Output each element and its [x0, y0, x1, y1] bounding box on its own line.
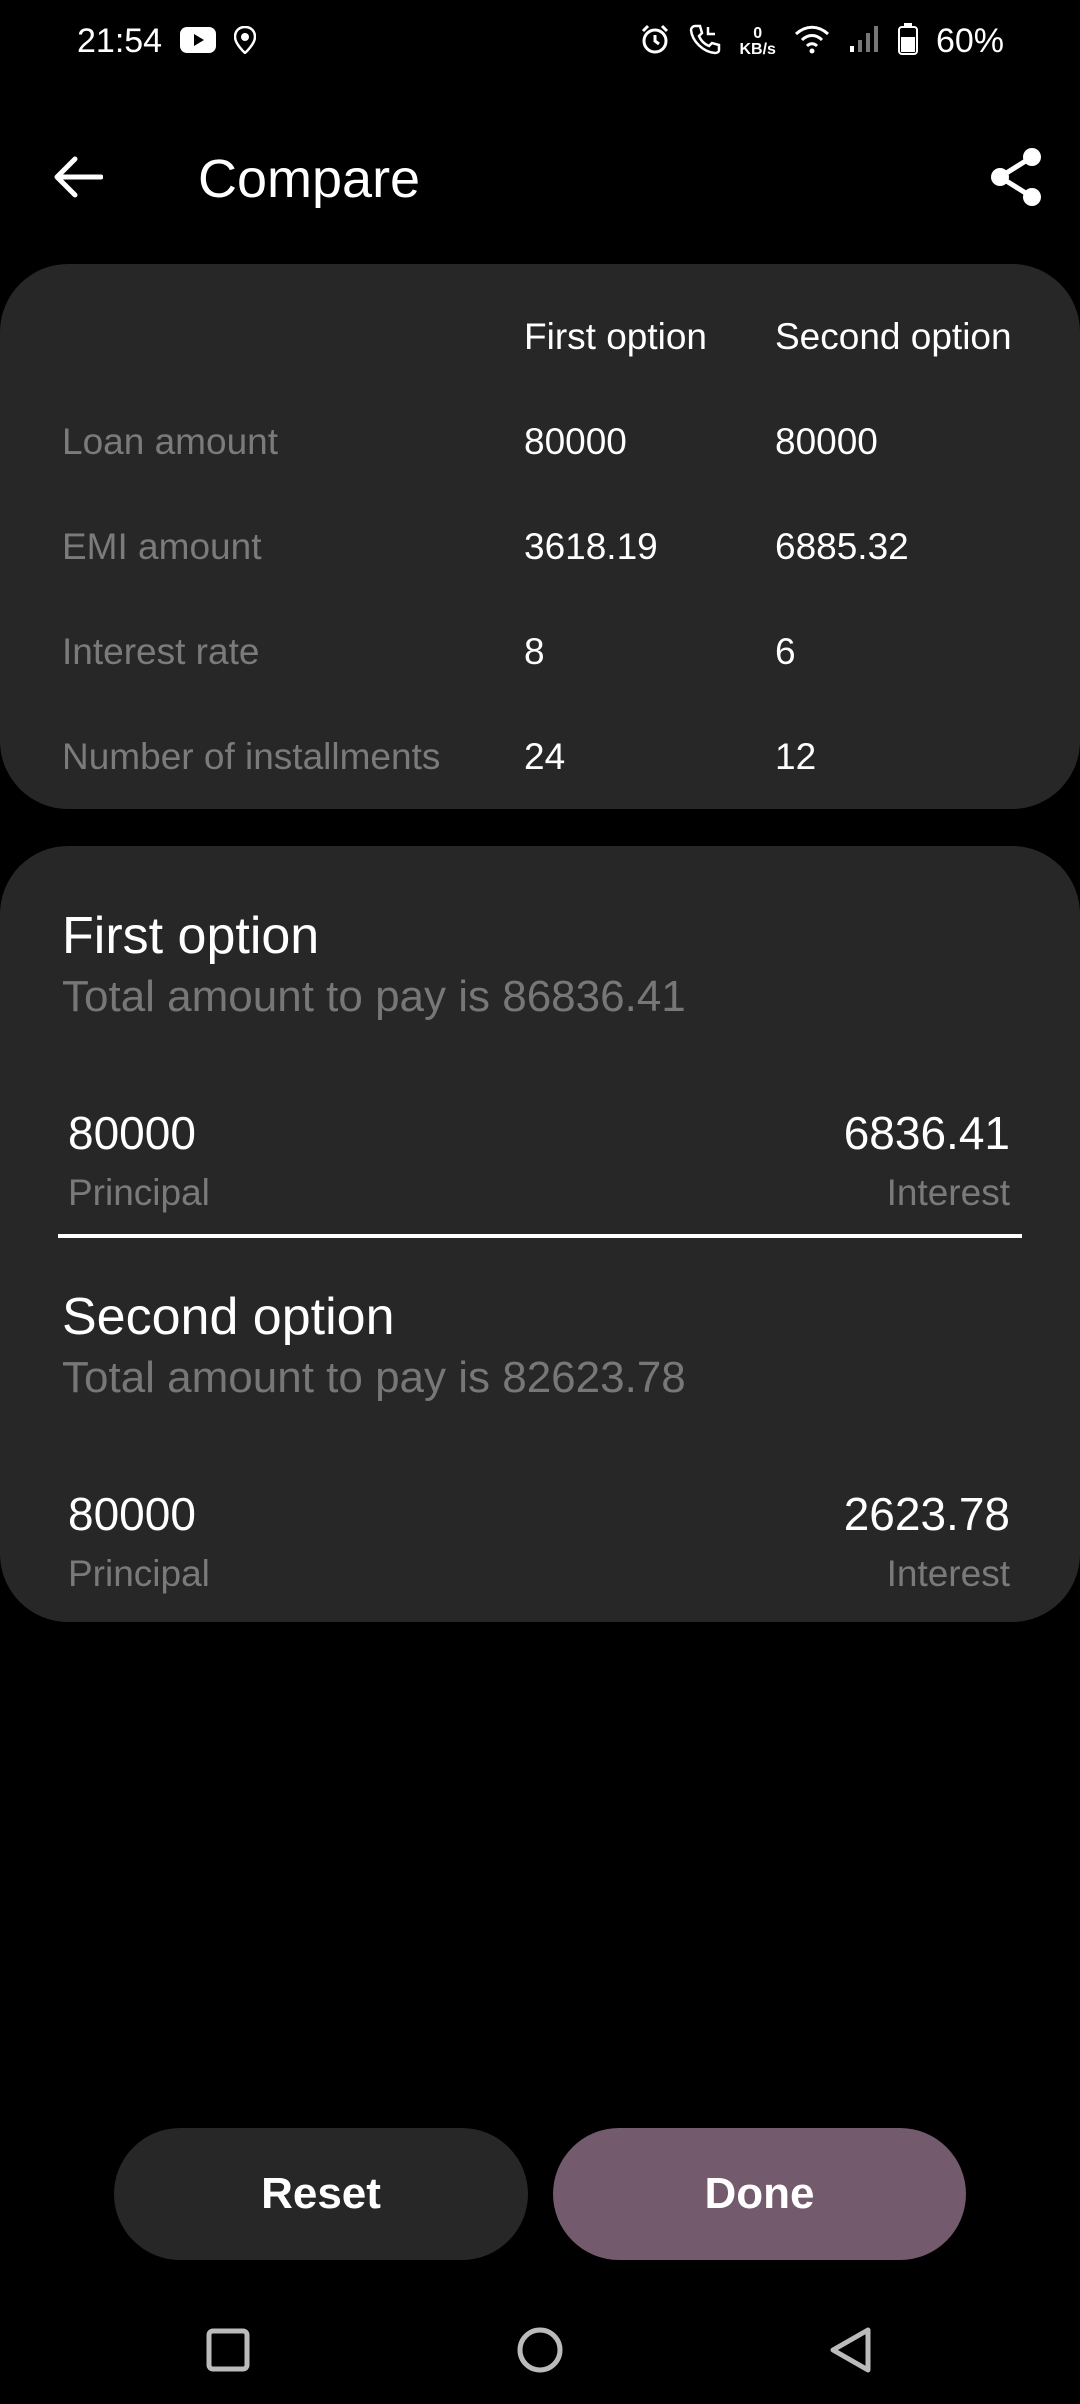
battery-percent: 60%	[935, 22, 1004, 60]
comparison-row-interest-rate: Interest rate 8 6	[0, 631, 1080, 691]
row-second-value: 6885.32	[775, 526, 909, 567]
row-first-value: 24	[524, 736, 566, 777]
comparison-row-emi-amount: EMI amount 3618.19 6885.32	[0, 526, 1080, 586]
recents-square-icon	[206, 2328, 250, 2372]
summary-card: First option Total amount to pay is 8683…	[0, 846, 1080, 1622]
page-title: Compare	[198, 149, 421, 209]
location-icon	[233, 25, 257, 59]
second-option-principal-value: 80000	[68, 1488, 196, 1540]
row-second-value: 6	[775, 631, 796, 672]
status-time: 21:54	[77, 22, 163, 60]
row-label: EMI amount	[62, 526, 262, 567]
row-second-value: 12	[775, 736, 817, 777]
second-option-interest-value: 2623.78	[843, 1488, 1010, 1540]
first-option-title: First option	[62, 907, 320, 965]
alarm-icon	[639, 23, 671, 60]
battery-icon	[897, 23, 918, 60]
option-divider	[58, 1234, 1022, 1238]
data-speed-icon: 0 KB/s	[739, 24, 776, 58]
arrow-left-icon	[54, 156, 103, 198]
first-option-total: Total amount to pay is 86836.41	[62, 972, 686, 1021]
home-button[interactable]	[505, 2320, 575, 2380]
status-right-icons: 0 KB/s 60%	[639, 22, 1004, 61]
comparison-header-row: First option Second option	[0, 316, 1080, 376]
data-speed-value: 0	[753, 24, 763, 42]
header-second-option: Second option	[775, 316, 1012, 357]
nav-back-button[interactable]	[815, 2320, 885, 2380]
share-icon	[991, 148, 1041, 206]
signal-icon	[848, 24, 880, 59]
status-left-icons	[180, 25, 257, 59]
row-label: Number of installments	[62, 736, 441, 777]
done-button[interactable]: Done	[553, 2128, 966, 2260]
recents-button[interactable]	[193, 2320, 263, 2380]
system-nav-bar	[0, 2300, 1080, 2404]
row-label: Loan amount	[62, 421, 279, 462]
second-option-interest-label: Interest	[886, 1553, 1010, 1594]
home-circle-icon	[517, 2327, 563, 2373]
youtube-icon	[180, 27, 216, 58]
first-option-interest-label: Interest	[886, 1172, 1010, 1213]
comparison-row-installments: Number of installments 24 12	[0, 736, 1080, 796]
first-option-interest-value: 6836.41	[843, 1107, 1010, 1159]
row-first-value: 3618.19	[524, 526, 658, 567]
row-label: Interest rate	[62, 631, 260, 672]
second-option-total: Total amount to pay is 82623.78	[62, 1353, 686, 1402]
share-button[interactable]	[976, 142, 1056, 212]
back-triangle-icon	[830, 2327, 871, 2373]
call-icon	[689, 23, 721, 60]
back-button[interactable]	[42, 142, 112, 212]
app-bar: Compare	[0, 120, 1080, 240]
wifi-icon	[794, 24, 830, 59]
header-first-option: First option	[524, 316, 708, 357]
row-second-value: 80000	[775, 421, 878, 462]
reset-button[interactable]: Reset	[114, 2128, 528, 2260]
second-option-title: Second option	[62, 1288, 395, 1346]
comparison-card: First option Second option Loan amount 8…	[0, 264, 1080, 809]
comparison-row-loan-amount: Loan amount 80000 80000	[0, 421, 1080, 481]
first-option-principal-label: Principal	[68, 1172, 210, 1213]
first-option-principal-value: 80000	[68, 1107, 196, 1159]
status-bar: 21:54 0 KB/s 60%	[0, 0, 1080, 90]
row-first-value: 80000	[524, 421, 627, 462]
second-option-principal-label: Principal	[68, 1553, 210, 1594]
row-first-value: 8	[524, 631, 545, 672]
data-speed-unit: KB/s	[739, 40, 776, 58]
